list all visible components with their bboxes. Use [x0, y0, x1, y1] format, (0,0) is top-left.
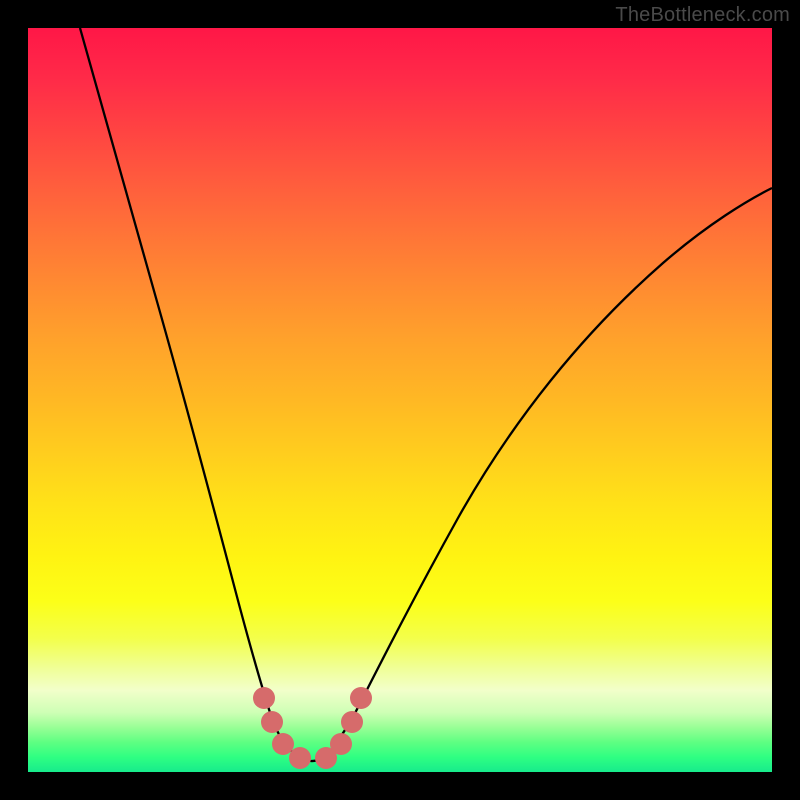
chart-svg: [28, 28, 772, 772]
watermark-text: TheBottleneck.com: [615, 4, 790, 27]
valley-marker: [253, 687, 275, 709]
outer-frame: TheBottleneck.com: [0, 0, 800, 800]
curve-left-arm: [80, 28, 273, 722]
valley-marker: [350, 687, 372, 709]
valley-marker: [272, 733, 294, 755]
marker-group: [253, 687, 372, 769]
valley-marker: [341, 711, 363, 733]
plot-area: [28, 28, 772, 772]
curve-right-arm: [350, 188, 772, 723]
valley-marker: [261, 711, 283, 733]
valley-marker: [289, 747, 311, 769]
valley-marker: [330, 733, 352, 755]
curve-group: [80, 28, 772, 761]
